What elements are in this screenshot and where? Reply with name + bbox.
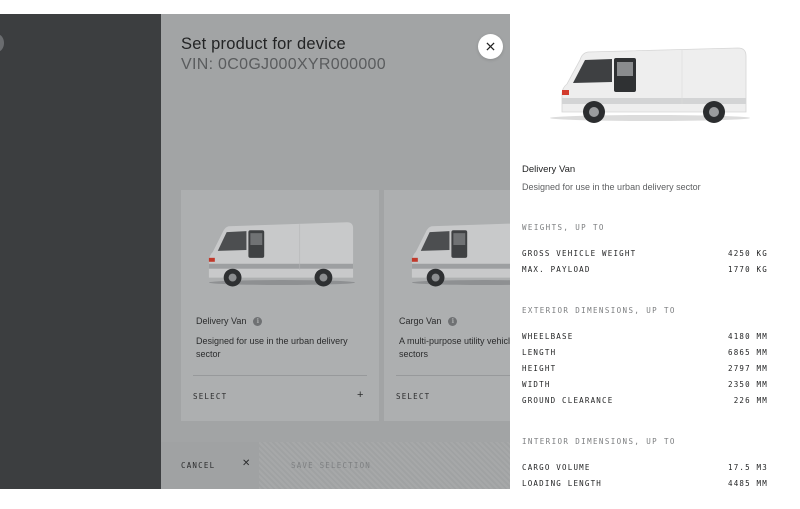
spec-label: LENGTH (522, 348, 557, 357)
card-description-line: sectors (399, 348, 429, 359)
product-details-panel: Delivery Van Designed for use in the urb… (510, 14, 780, 489)
select-button[interactable]: SELECT (396, 392, 430, 401)
modal-title: Set product for device (181, 35, 346, 53)
product-card-cargo-van[interactable]: Cargo Van i A multi-purpose utility vehi… (384, 190, 510, 421)
product-selection-modal: Set product for device VIN: 0C0GJ000XYR0… (161, 14, 510, 489)
spec-label: MAX. PAYLOAD (522, 265, 591, 274)
section-heading-exterior: EXTERIOR DIMENSIONS, UP TO (522, 306, 676, 315)
select-button[interactable]: SELECT (193, 392, 227, 401)
card-description-line: A multi-purpose utility vehicle for (399, 336, 510, 346)
product-card-delivery-van[interactable]: Delivery Van i Designed for use in the u… (181, 190, 379, 421)
close-icon (486, 42, 495, 51)
card-title-text: Delivery Van (196, 316, 247, 326)
spec-value: 17.5 M3 (727, 463, 768, 472)
spec-value: 1770 KG (727, 265, 768, 274)
rail-toggle[interactable] (0, 34, 4, 52)
spec-value: 6865 MM (727, 348, 768, 357)
left-navigation-rail (0, 14, 161, 489)
details-title: Delivery Van (522, 164, 576, 175)
details-description: Designed for use in the urban delivery s… (522, 182, 701, 192)
spec-row: LENGTH 6865 MM (522, 348, 768, 357)
spec-value: 4250 KG (727, 249, 768, 258)
van-hero-image (550, 47, 750, 123)
divider (193, 375, 367, 376)
spec-row: CARGO VOLUME 17.5 M3 (522, 463, 768, 472)
spec-label: WIDTH (522, 380, 551, 389)
spec-label: HEIGHT (522, 364, 557, 373)
close-details-button[interactable] (478, 34, 503, 59)
card-description-line: sector (196, 348, 221, 359)
spec-row: WIDTH 2350 MM (522, 380, 768, 389)
spec-label: GROUND CLEARANCE (522, 396, 614, 405)
spec-label: CARGO VOLUME (522, 463, 591, 472)
section-heading-weights: WEIGHTS, UP TO (522, 223, 605, 232)
info-icon[interactable]: i (448, 316, 458, 326)
spec-label: LOADING LENGTH (522, 479, 603, 488)
card-title-text: Cargo Van (399, 316, 442, 326)
save-selection-button[interactable]: SAVE SELECTION (291, 461, 371, 470)
van-image (208, 222, 356, 287)
spec-value: 226 MM (733, 396, 768, 405)
modal-footer: CANCEL ✕ SAVE SELECTION (161, 442, 510, 489)
spec-row: LOADING LENGTH 4485 MM (522, 479, 768, 488)
vin-label: VIN: 0C0GJ000XYR000000 (181, 56, 386, 73)
card-description-line: Designed for use in the urban delivery (196, 336, 348, 346)
close-icon[interactable]: ✕ (242, 458, 250, 469)
spec-row: HEIGHT 2797 MM (522, 364, 768, 373)
spec-value: 2797 MM (727, 364, 768, 373)
card-title: Delivery Van i (196, 316, 263, 326)
spec-value: 4180 MM (727, 332, 768, 341)
spec-label: GROSS VEHICLE WEIGHT (522, 249, 637, 258)
spec-row: GROSS VEHICLE WEIGHT 4250 KG (522, 249, 768, 258)
plus-icon[interactable]: + (357, 389, 363, 401)
card-title: Cargo Van i (399, 316, 458, 326)
spec-value: 4485 MM (727, 479, 768, 488)
spec-value: 2350 MM (727, 380, 768, 389)
cancel-button[interactable]: CANCEL (181, 461, 215, 470)
spec-row: GROUND CLEARANCE 226 MM (522, 396, 768, 405)
card-description: A multi-purpose utility vehicle for sect… (399, 335, 510, 360)
van-image (411, 223, 510, 287)
spec-label: WHEELBASE (522, 332, 574, 341)
spec-row: WHEELBASE 4180 MM (522, 332, 768, 341)
info-icon[interactable]: i (253, 316, 263, 326)
card-description: Designed for use in the urban delivery s… (196, 335, 366, 360)
app-stage: Set product for device VIN: 0C0GJ000XYR0… (0, 14, 780, 489)
divider (396, 375, 510, 376)
section-heading-interior: INTERIOR DIMENSIONS, UP TO (522, 437, 676, 446)
spec-row: MAX. PAYLOAD 1770 KG (522, 265, 768, 274)
